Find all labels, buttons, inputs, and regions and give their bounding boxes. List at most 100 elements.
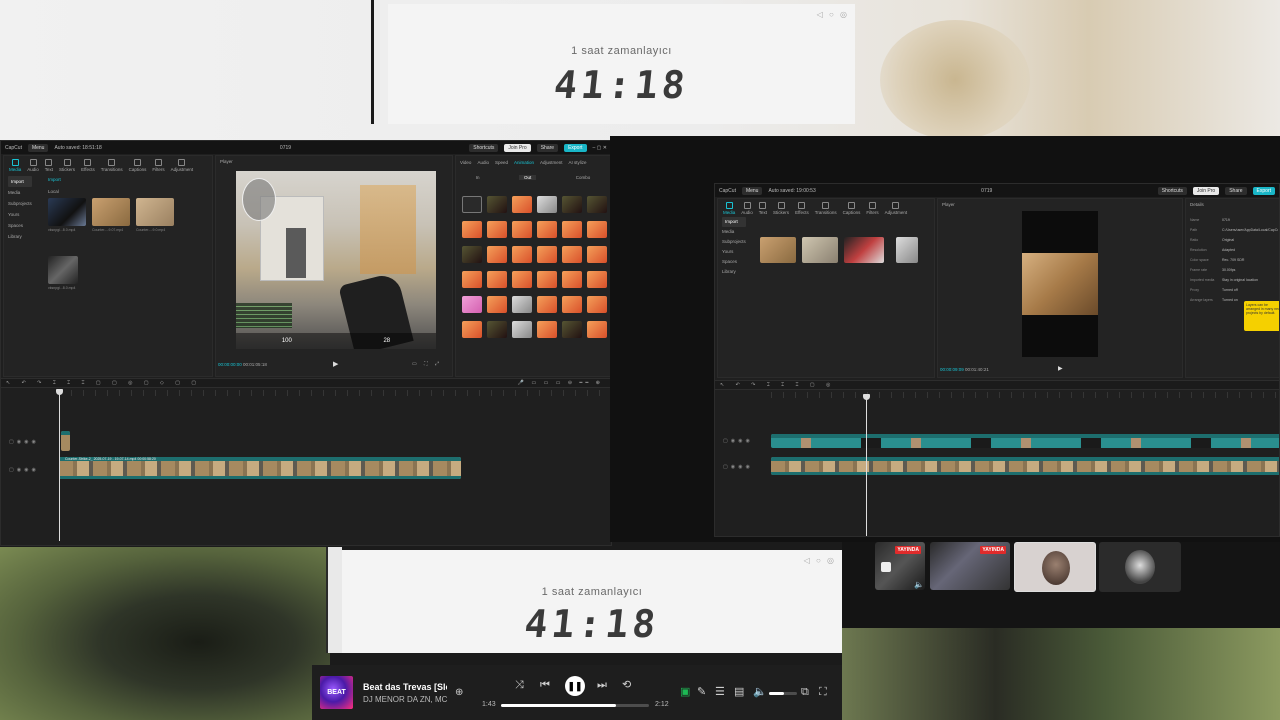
tab-filters[interactable]: Filters bbox=[866, 202, 878, 215]
timeline-tools-icon[interactable]: ↖ ↶ ↷ ⌶ ⌶ ⌶ ▢ ◎ bbox=[720, 382, 835, 388]
video-preview[interactable]: 100 28 bbox=[236, 171, 436, 349]
animation-item[interactable] bbox=[462, 296, 482, 313]
tab-transitions[interactable]: Transitions bbox=[101, 159, 123, 172]
animation-none-icon[interactable] bbox=[462, 196, 482, 213]
next-track-icon[interactable]: ⏭ bbox=[597, 680, 607, 691]
side-item-library[interactable]: Library bbox=[8, 231, 32, 242]
play-icon[interactable]: ▶ bbox=[1058, 365, 1063, 372]
side-item-subprojects[interactable]: Subprojects bbox=[722, 237, 746, 247]
tab-captions[interactable]: Captions bbox=[843, 202, 861, 215]
timeline-playhead[interactable] bbox=[863, 394, 870, 536]
connect-device-icon[interactable]: ▤ bbox=[734, 687, 744, 698]
tab-text[interactable]: Text bbox=[759, 202, 767, 215]
media-thumbnail[interactable] bbox=[760, 237, 796, 263]
animation-item[interactable] bbox=[512, 271, 532, 288]
player-view-controls-icon[interactable]: ▭ ⛶ ⤢ bbox=[412, 361, 442, 367]
animation-item[interactable] bbox=[537, 321, 557, 338]
animation-item[interactable] bbox=[587, 321, 607, 338]
tab-effects[interactable]: Effects bbox=[795, 202, 809, 215]
animation-item[interactable] bbox=[512, 296, 532, 313]
window-controls-icon[interactable]: – ▢ ✕ bbox=[593, 145, 607, 151]
animation-item[interactable] bbox=[537, 271, 557, 288]
animation-item[interactable] bbox=[512, 246, 532, 263]
side-item-library[interactable]: Library bbox=[722, 267, 746, 277]
side-item-spaces[interactable]: Spaces bbox=[722, 257, 746, 267]
participant-tile-active[interactable] bbox=[1014, 542, 1096, 592]
animation-item[interactable] bbox=[487, 296, 507, 313]
now-playing-view-icon[interactable]: ▣ bbox=[680, 687, 690, 698]
timeline-tools-icon[interactable]: ↖ ↶ ↷ ⌶ ⌶ ⌶ ▢ ▢ ◎ ▢ ◇ ▢ ▢ bbox=[6, 380, 201, 386]
track-controls-icon[interactable]: ▢◉◉◉ bbox=[723, 464, 753, 470]
queue-icon[interactable]: ☰ bbox=[715, 687, 725, 698]
timeline-video-clip[interactable] bbox=[771, 457, 1279, 475]
timer-controls-icon[interactable]: ◁ ○ ◎ bbox=[804, 556, 836, 565]
tab-adjustment[interactable]: Adjustment bbox=[171, 159, 194, 172]
menu-button[interactable]: Menu bbox=[741, 186, 763, 195]
media-thumbnail[interactable] bbox=[92, 198, 130, 226]
animation-item[interactable] bbox=[537, 296, 557, 313]
play-icon[interactable]: ▶ bbox=[333, 360, 338, 368]
side-item-yours[interactable]: Yours bbox=[8, 209, 32, 220]
track-controls-icon[interactable]: ▢◉◉◉ bbox=[9, 439, 39, 445]
volume-icon[interactable]: 🔈 bbox=[753, 687, 767, 698]
tab-media[interactable]: Media bbox=[9, 159, 21, 172]
animation-item[interactable] bbox=[462, 271, 482, 288]
previous-track-icon[interactable]: ⏮ bbox=[540, 680, 550, 691]
tab-captions[interactable]: Captions bbox=[129, 159, 147, 172]
animation-item[interactable] bbox=[562, 271, 582, 288]
video-preview[interactable] bbox=[1022, 253, 1098, 315]
side-item-subprojects[interactable]: Subprojects bbox=[8, 198, 32, 209]
add-to-library-icon[interactable]: ⊕ bbox=[455, 687, 463, 698]
side-item-import[interactable]: Import bbox=[722, 217, 746, 227]
media-thumbnail[interactable] bbox=[896, 237, 918, 263]
animation-item[interactable] bbox=[487, 196, 507, 213]
animation-item[interactable] bbox=[537, 246, 557, 263]
animation-item[interactable] bbox=[562, 221, 582, 238]
shortcuts-button[interactable]: Shortcuts bbox=[1157, 186, 1187, 195]
animation-item[interactable] bbox=[587, 246, 607, 263]
tab-ai-stylize[interactable]: AI stylize bbox=[569, 160, 587, 165]
tab-text[interactable]: Text bbox=[45, 159, 53, 172]
animation-item[interactable] bbox=[587, 296, 607, 313]
participant-tile[interactable] bbox=[1099, 542, 1181, 592]
track-controls-icon[interactable]: ▢◉◉◉ bbox=[723, 438, 753, 444]
side-item-spaces[interactable]: Spaces bbox=[8, 220, 32, 231]
tab-animation[interactable]: Animation bbox=[514, 160, 534, 165]
media-thumbnail[interactable] bbox=[48, 256, 78, 284]
animation-item[interactable] bbox=[462, 221, 482, 238]
tab-stickers[interactable]: Stickers bbox=[773, 202, 789, 215]
tab-transitions[interactable]: Transitions bbox=[815, 202, 837, 215]
animation-item[interactable] bbox=[587, 221, 607, 238]
fullscreen-icon[interactable]: ⛶ bbox=[819, 687, 827, 698]
media-thumbnail[interactable] bbox=[48, 198, 86, 226]
join-pro-button[interactable]: Join Pro bbox=[504, 143, 531, 152]
animation-item[interactable] bbox=[487, 246, 507, 263]
tab-stickers[interactable]: Stickers bbox=[59, 159, 75, 172]
share-button[interactable]: Share bbox=[536, 143, 559, 152]
animation-item[interactable] bbox=[562, 321, 582, 338]
animation-item[interactable] bbox=[512, 221, 532, 238]
album-art[interactable]: BEAT bbox=[320, 676, 353, 709]
shortcuts-button[interactable]: Shortcuts bbox=[469, 143, 499, 152]
animation-item[interactable] bbox=[462, 321, 482, 338]
timeline-video-clip[interactable]: Counter-Strike-2_ 2025-07-19 - 19-07-14.… bbox=[59, 457, 461, 479]
side-item-media[interactable]: Media bbox=[722, 227, 746, 237]
media-thumbnail[interactable] bbox=[844, 237, 884, 263]
animation-item[interactable] bbox=[587, 196, 607, 213]
tab-effects[interactable]: Effects bbox=[81, 159, 95, 172]
lyrics-icon[interactable]: ✎ bbox=[697, 687, 706, 698]
tab-audio[interactable]: Audio bbox=[27, 159, 39, 172]
progress-bar[interactable] bbox=[501, 704, 649, 707]
animation-item[interactable] bbox=[562, 296, 582, 313]
song-title[interactable]: Beat das Trevas [Slowed] bbox=[363, 682, 447, 692]
tab-audio[interactable]: Audio bbox=[741, 202, 753, 215]
animation-item[interactable] bbox=[537, 221, 557, 238]
speaker-icon[interactable]: 🔈 bbox=[914, 580, 924, 589]
animation-item[interactable] bbox=[562, 196, 582, 213]
join-pro-button[interactable]: Join Pro bbox=[1192, 186, 1220, 195]
animation-item[interactable] bbox=[462, 246, 482, 263]
animation-item[interactable] bbox=[587, 271, 607, 288]
subtab-out[interactable]: Out bbox=[518, 175, 537, 180]
animation-item[interactable] bbox=[562, 246, 582, 263]
tab-adjustment-prop[interactable]: Adjustment bbox=[540, 160, 563, 165]
